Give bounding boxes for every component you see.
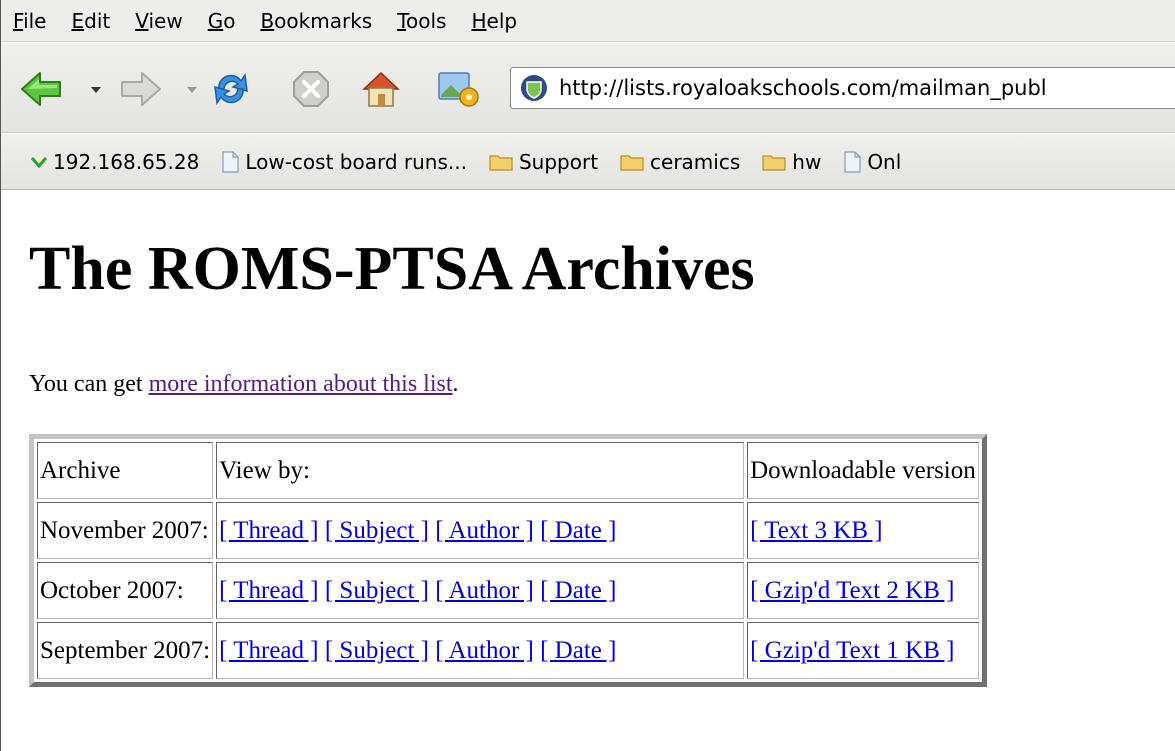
navigation-toolbar bbox=[1, 43, 1175, 133]
archive-month: November 2007: bbox=[37, 502, 214, 559]
header-archive: Archive bbox=[37, 442, 214, 499]
thread-link[interactable]: [ Thread ] bbox=[219, 517, 319, 544]
download-link[interactable]: [ Gzip'd Text 2 KB ] bbox=[750, 577, 954, 604]
menu-view[interactable]: View bbox=[131, 7, 186, 35]
date-link[interactable]: [ Date ] bbox=[540, 637, 616, 664]
folder-icon bbox=[620, 153, 644, 171]
author-link[interactable]: [ Author ] bbox=[435, 577, 534, 604]
header-downloadable: Downloadable version bbox=[747, 442, 979, 499]
browser-window: File Edit View Go Bookmarks Tools Help h… bbox=[0, 0, 1175, 751]
thread-link[interactable]: [ Thread ] bbox=[219, 637, 319, 664]
bookmark-low-cost-board-runs[interactable]: Low-cost board runs... bbox=[221, 150, 467, 174]
header-view-by: View by: bbox=[216, 442, 745, 499]
archive-month: September 2007: bbox=[37, 622, 214, 679]
bookmarks-toolbar: 192.168.65.28 Low-cost board runs... Sup… bbox=[1, 134, 1175, 190]
view-links: [ Thread ] [ Subject ] [ Author ] [ Date… bbox=[216, 562, 745, 619]
table-row: November 2007: [ Thread ] [ Subject ] [ … bbox=[37, 502, 979, 559]
page-title: The ROMS-PTSA Archives bbox=[29, 235, 755, 303]
download-link[interactable]: [ Text 3 KB ] bbox=[750, 517, 883, 544]
download-cell: [ Text 3 KB ] bbox=[747, 502, 979, 559]
bookmark-label: Onl bbox=[867, 149, 902, 174]
chevron-down-icon bbox=[31, 156, 47, 168]
folder-icon bbox=[762, 153, 786, 171]
subject-link[interactable]: [ Subject ] bbox=[325, 577, 429, 604]
forward-history-dropdown[interactable] bbox=[185, 83, 199, 97]
back-button[interactable] bbox=[19, 67, 63, 111]
table-header-row: Archive View by: Downloadable version bbox=[37, 442, 979, 499]
home-button[interactable] bbox=[359, 67, 403, 111]
bookmark-folder-hw[interactable]: hw bbox=[762, 150, 821, 174]
menu-bar: File Edit View Go Bookmarks Tools Help bbox=[1, 0, 1175, 42]
view-links: [ Thread ] [ Subject ] [ Author ] [ Date… bbox=[216, 502, 745, 559]
download-cell: [ Gzip'd Text 2 KB ] bbox=[747, 562, 979, 619]
forward-arrow-icon bbox=[121, 72, 161, 106]
picture-icon bbox=[438, 72, 479, 107]
bookmark-label: Support bbox=[518, 149, 599, 174]
chevron-down-icon bbox=[91, 87, 101, 93]
menu-edit[interactable]: Edit bbox=[67, 7, 114, 35]
home-icon bbox=[362, 71, 400, 107]
archives-table: Archive View by: Downloadable version No… bbox=[29, 434, 987, 687]
date-link[interactable]: [ Date ] bbox=[540, 517, 616, 544]
bookmark-label: hw bbox=[792, 149, 822, 174]
bookmark-onl[interactable]: Onl bbox=[843, 150, 901, 174]
intro-text: You can get more information about this … bbox=[29, 371, 459, 397]
chevron-down-icon bbox=[187, 87, 197, 93]
forward-button[interactable] bbox=[119, 67, 163, 111]
page-icon bbox=[221, 150, 239, 173]
bookmark-192-168-65-28[interactable]: 192.168.65.28 bbox=[31, 150, 199, 174]
bookmark-folder-support[interactable]: Support bbox=[489, 150, 598, 174]
archive-month: October 2007: bbox=[37, 562, 214, 619]
date-link[interactable]: [ Date ] bbox=[540, 577, 616, 604]
back-arrow-icon bbox=[21, 72, 61, 106]
folder-icon bbox=[489, 153, 513, 171]
subject-link[interactable]: [ Subject ] bbox=[325, 637, 429, 664]
thread-link[interactable]: [ Thread ] bbox=[219, 577, 319, 604]
list-info-link[interactable]: more information about this list bbox=[149, 371, 453, 397]
menu-tools[interactable]: Tools bbox=[393, 7, 450, 35]
menu-help[interactable]: Help bbox=[467, 7, 521, 35]
page-icon bbox=[843, 150, 861, 173]
download-link[interactable]: [ Gzip'd Text 1 KB ] bbox=[750, 637, 954, 664]
author-link[interactable]: [ Author ] bbox=[435, 517, 534, 544]
stop-icon bbox=[293, 71, 329, 107]
menu-go[interactable]: Go bbox=[204, 7, 240, 35]
bookmark-label: ceramics bbox=[650, 149, 741, 174]
stop-button[interactable] bbox=[289, 67, 333, 111]
menu-file[interactable]: File bbox=[9, 7, 50, 35]
table-row: October 2007: [ Thread ] [ Subject ] [ A… bbox=[37, 562, 979, 619]
bookmark-folder-ceramics[interactable]: ceramics bbox=[620, 150, 740, 174]
screenshot-tool-button[interactable] bbox=[437, 67, 481, 111]
url-input[interactable] bbox=[559, 76, 1175, 100]
author-link[interactable]: [ Author ] bbox=[435, 637, 534, 664]
url-bar[interactable] bbox=[510, 67, 1175, 109]
reload-button[interactable] bbox=[209, 67, 253, 111]
bookmark-label: 192.168.65.28 bbox=[53, 149, 200, 174]
bookmark-label: Low-cost board runs... bbox=[245, 149, 467, 174]
subject-link[interactable]: [ Subject ] bbox=[325, 517, 429, 544]
back-history-dropdown[interactable] bbox=[89, 83, 103, 97]
table-row: September 2007: [ Thread ] [ Subject ] [… bbox=[37, 622, 979, 679]
reload-icon bbox=[214, 72, 248, 106]
page-content: The ROMS-PTSA Archives You can get more … bbox=[29, 190, 1169, 687]
view-links: [ Thread ] [ Subject ] [ Author ] [ Date… bbox=[216, 622, 745, 679]
download-cell: [ Gzip'd Text 1 KB ] bbox=[747, 622, 979, 679]
site-shield-icon bbox=[521, 75, 547, 101]
menu-bookmarks[interactable]: Bookmarks bbox=[256, 7, 376, 35]
